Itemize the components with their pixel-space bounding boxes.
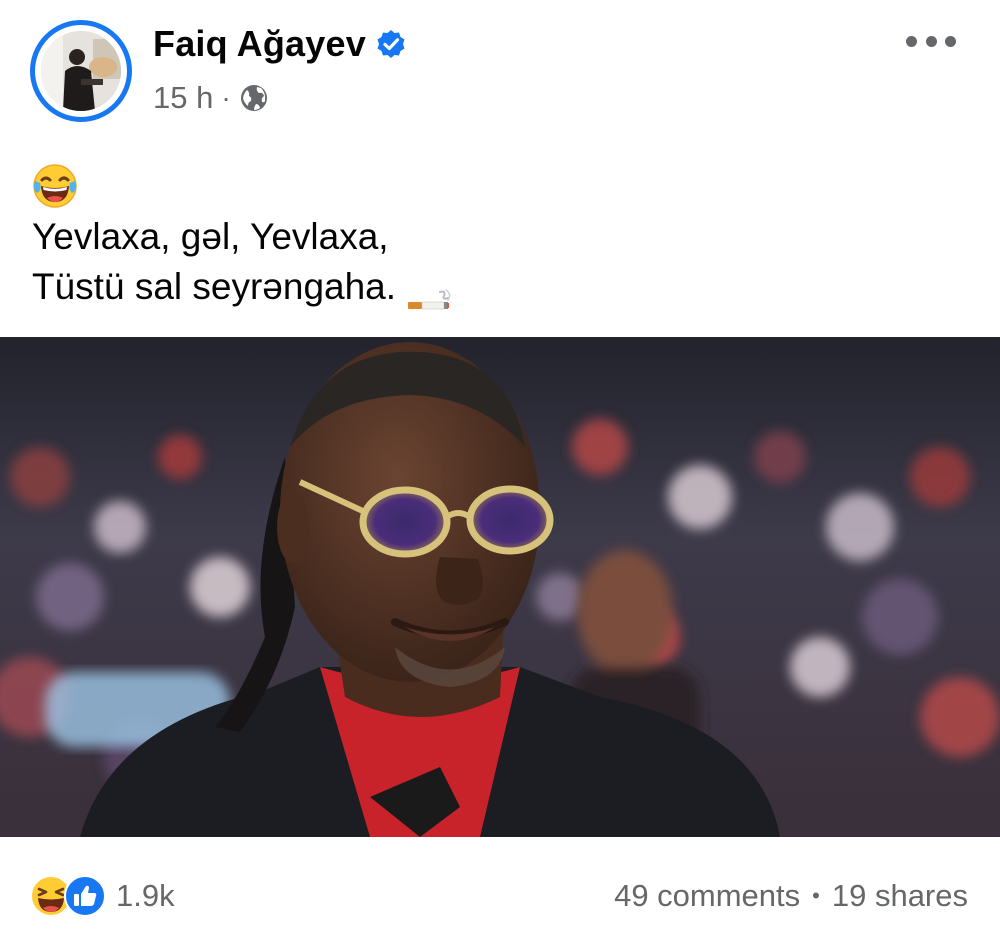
comments-count[interactable]: 49 comments <box>614 878 800 914</box>
meta-separator: · <box>221 82 231 113</box>
post-header: Faiq Ağayev 15 h · <box>0 0 1000 135</box>
post-text: Yevlaxa, gəl, Yevlaxa, Tüstü sal seyrəng… <box>32 160 972 312</box>
post-photo[interactable] <box>0 337 1000 837</box>
post-meta: 15 h · <box>153 78 269 118</box>
like-reaction-icon <box>64 875 106 917</box>
emoji-line <box>32 160 972 212</box>
post-text-line-1: Yevlaxa, gəl, Yevlaxa, <box>32 212 972 262</box>
more-options-icon[interactable] <box>906 28 956 54</box>
post-line-2: Tüstü sal seyrəngaha. <box>32 266 397 307</box>
cigarette-emoji-icon <box>406 275 454 310</box>
post-stats: 49 comments • 19 shares <box>614 874 968 918</box>
avatar-photo <box>41 31 121 111</box>
shares-count[interactable]: 19 shares <box>832 878 968 914</box>
verified-badge-icon <box>376 29 406 59</box>
author-row: Faiq Ağayev <box>153 22 406 66</box>
stats-separator: • <box>812 883 820 908</box>
post-line-1: Yevlaxa, gəl, Yevlaxa, <box>32 216 389 257</box>
reaction-count: 1.9k <box>116 878 175 913</box>
author-avatar[interactable] <box>30 20 132 122</box>
laughing-emoji-icon <box>32 163 78 209</box>
post-text-line-2: Tüstü sal seyrəngaha. <box>32 262 972 312</box>
reaction-summary[interactable]: 1.9k <box>30 874 175 918</box>
post-engagement-bar: 1.9k 49 comments • 19 shares <box>0 838 1000 952</box>
post-time[interactable]: 15 h <box>153 80 213 116</box>
author-name[interactable]: Faiq Ağayev <box>153 23 366 65</box>
globe-icon[interactable] <box>239 83 269 113</box>
